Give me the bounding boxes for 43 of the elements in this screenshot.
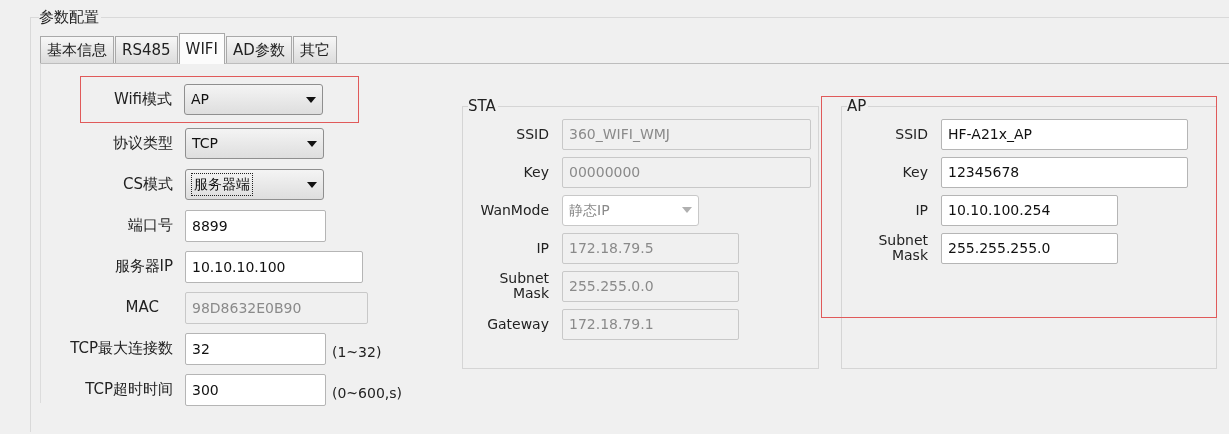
field-label: 服务器IP <box>113 256 173 278</box>
tab[interactable]: RS485 <box>115 36 178 63</box>
tab[interactable]: WIFI <box>178 33 225 64</box>
group-title: STA <box>468 97 497 115</box>
caret-icon <box>306 96 316 103</box>
tab[interactable]: 基本信息 <box>40 36 114 63</box>
input-field[interactable]: 255.255.255.0 <box>941 232 1118 264</box>
group-title: 参数配置 <box>39 9 100 26</box>
group-title: AP <box>847 97 868 115</box>
caret-icon <box>682 207 692 213</box>
field-label: Gateway <box>486 316 549 332</box>
input-field[interactable]: 10.10.100.254 <box>941 194 1118 226</box>
field-label: Subnet Mask <box>498 271 549 301</box>
field-label: TCP最大连接数 <box>69 338 173 360</box>
field-label: SSID <box>515 126 549 142</box>
tab[interactable]: 其它 <box>292 36 337 63</box>
input-field[interactable]: 10.10.10.100 <box>185 250 363 283</box>
field-label: IP <box>535 240 549 256</box>
dropdown[interactable]: 服务器端 <box>185 169 324 200</box>
input-field[interactable]: 8899 <box>185 209 326 242</box>
dropdown[interactable]: TCP <box>185 128 324 159</box>
field-label: Subnet Mask <box>877 233 928 263</box>
input-field[interactable]: 12345678 <box>941 156 1188 188</box>
field-label: TCP超时时间 <box>84 379 173 401</box>
field-label: SSID <box>894 126 928 142</box>
input-field[interactable]: HF-A21x_AP <box>941 118 1188 150</box>
field-label: Wifi模式 <box>112 89 172 111</box>
field-label: WanMode <box>479 202 549 218</box>
range-hint: (1~32) <box>332 343 382 362</box>
caret-icon <box>307 181 317 188</box>
field-label: Key <box>522 164 549 180</box>
field-label: 端口号 <box>127 215 173 237</box>
tab[interactable]: AD参数 <box>225 36 292 63</box>
field-label: 协议类型 <box>112 133 173 155</box>
dropdown[interactable]: AP <box>184 84 323 115</box>
field-label: MAC <box>124 297 160 319</box>
field-label: IP <box>914 202 928 218</box>
range-hint: (0~600,s) <box>332 384 403 403</box>
caret-icon <box>307 140 317 147</box>
field-label: Key <box>901 164 928 180</box>
field-label: CS模式 <box>122 174 173 196</box>
input-field[interactable]: 300 <box>185 373 326 406</box>
input-field[interactable]: 32 <box>185 332 326 365</box>
